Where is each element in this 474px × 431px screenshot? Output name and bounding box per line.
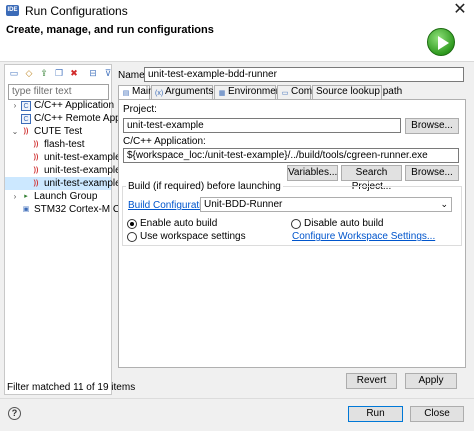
application-field[interactable]: ${workspace_loc:/unit-test-example}/../b… bbox=[123, 148, 459, 163]
help-icon[interactable]: ? bbox=[8, 407, 21, 420]
main-tab-icon: ▤ bbox=[122, 90, 130, 97]
tree-item[interactable]: )) unit-test-example-b bbox=[5, 177, 130, 190]
tree-item[interactable]: › C C/C++ Application bbox=[5, 99, 115, 112]
tree-item[interactable]: ⌄)) CUTE Test bbox=[5, 125, 111, 138]
tree-item[interactable]: )) unit-test-example-b bbox=[5, 164, 130, 177]
stm32-icon: ▣ bbox=[22, 206, 30, 213]
build-configuration-select[interactable]: Unit-BDD-Runner ⌄ bbox=[200, 197, 452, 212]
tree-item-label: flash-test bbox=[44, 139, 85, 150]
revert-button[interactable]: Revert bbox=[346, 373, 397, 389]
enable-auto-build-radio[interactable] bbox=[127, 219, 137, 229]
arguments-tab-icon: (x) bbox=[155, 90, 164, 97]
c-app-icon: C bbox=[21, 101, 31, 111]
common-tab-icon: ▭ bbox=[281, 90, 289, 97]
tree-item-label: unit-test-example-b bbox=[44, 165, 130, 176]
tab-label: Arguments bbox=[165, 86, 214, 97]
environment-tab-icon: ▦ bbox=[218, 90, 226, 97]
cute-config-icon: )) bbox=[33, 141, 39, 148]
tree-item-label: Launch Group bbox=[34, 191, 98, 202]
run-play-icon bbox=[427, 28, 455, 56]
run-button[interactable]: Run bbox=[348, 406, 403, 422]
tree-item[interactable]: C C/C++ Remote Applica bbox=[5, 112, 136, 125]
disable-auto-build-radio[interactable] bbox=[291, 219, 301, 229]
tab-arguments[interactable]: (x) Arguments bbox=[151, 85, 213, 99]
header-text: Create, manage, and run configurations bbox=[6, 24, 214, 36]
tree-item[interactable]: › ▸ Launch Group bbox=[5, 190, 111, 203]
cute-config-icon: )) bbox=[33, 180, 39, 187]
ide-icon: IDE bbox=[6, 5, 19, 16]
tab-label: Environment bbox=[228, 86, 285, 97]
use-workspace-settings-radio[interactable] bbox=[127, 232, 137, 242]
build-configuration-value: Unit-BDD-Runner bbox=[204, 199, 283, 210]
application-label: C/C++ Application: bbox=[123, 136, 206, 147]
enable-auto-build-label: Enable auto build bbox=[140, 218, 218, 229]
tree-item-label: CUTE Test bbox=[34, 126, 83, 137]
apply-button[interactable]: Apply bbox=[405, 373, 457, 389]
variables-button[interactable]: Variables... bbox=[287, 165, 338, 181]
collapsed-arrow-icon[interactable]: › bbox=[11, 190, 19, 203]
cute-config-icon: )) bbox=[33, 154, 39, 161]
project-browse-button[interactable]: Browse... bbox=[405, 118, 459, 134]
tab-main[interactable]: ▤ Main bbox=[118, 85, 154, 100]
collapsed-arrow-icon[interactable]: › bbox=[11, 99, 19, 112]
c-remote-icon: C bbox=[21, 114, 31, 124]
launch-group-icon: ▸ bbox=[24, 193, 28, 200]
search-project-button[interactable]: Search Project... bbox=[341, 165, 402, 192]
collapse-all-icon[interactable]: ⊟ bbox=[87, 67, 99, 79]
new-config-icon[interactable]: ▭ bbox=[8, 67, 20, 79]
export-icon[interactable]: ⇪ bbox=[38, 67, 50, 79]
expanded-arrow-icon[interactable]: ⌄ bbox=[11, 125, 19, 138]
tree-item[interactable]: )) flash-test bbox=[5, 138, 111, 151]
tree-item-label: unit-test-example bbox=[44, 152, 121, 163]
name-input[interactable]: unit-test-example-bdd-runner bbox=[144, 67, 464, 82]
tree-item-label: C/C++ Application bbox=[34, 100, 115, 111]
tab-common[interactable]: ▭Common bbox=[277, 85, 332, 99]
filter-icon[interactable]: ⊽ bbox=[102, 67, 114, 79]
tab-source-lookup-path[interactable]: Source lookup path bbox=[312, 85, 402, 99]
use-workspace-settings-label: Use workspace settings bbox=[140, 231, 246, 242]
application-browse-button[interactable]: Browse... bbox=[405, 165, 459, 181]
tab-label: Source lookup path bbox=[316, 86, 403, 97]
close-window-button[interactable]: ✕ bbox=[446, 0, 474, 22]
cute-config-icon: )) bbox=[33, 167, 39, 174]
tree-item[interactable]: ▣ STM32 Cortex-M C/C+ bbox=[5, 203, 136, 216]
filter-input[interactable]: type filter text bbox=[8, 84, 109, 100]
build-group-title: Build (if required) before launching bbox=[126, 181, 283, 192]
project-label: Project: bbox=[123, 104, 157, 115]
project-field[interactable]: unit-test-example bbox=[123, 118, 401, 133]
tree-item-label: unit-test-example-b bbox=[44, 178, 130, 189]
filter-status: Filter matched 11 of 19 items bbox=[7, 382, 136, 393]
disable-auto-build-label: Disable auto build bbox=[304, 218, 384, 229]
cute-test-icon: )) bbox=[23, 128, 29, 135]
delete-icon[interactable]: ✖ bbox=[68, 67, 80, 79]
duplicate-icon[interactable]: ❐ bbox=[53, 67, 65, 79]
close-button[interactable]: Close bbox=[410, 406, 464, 422]
chevron-down-icon: ⌄ bbox=[440, 199, 448, 209]
configure-workspace-settings-link[interactable]: Configure Workspace Settings... bbox=[292, 231, 435, 242]
tree-item[interactable]: )) unit-test-example bbox=[5, 151, 121, 164]
new-prototype-icon[interactable]: ◇ bbox=[23, 67, 35, 79]
window-title: Run Configurations bbox=[25, 4, 128, 18]
tab-environment[interactable]: ▦ Environment bbox=[214, 85, 284, 99]
